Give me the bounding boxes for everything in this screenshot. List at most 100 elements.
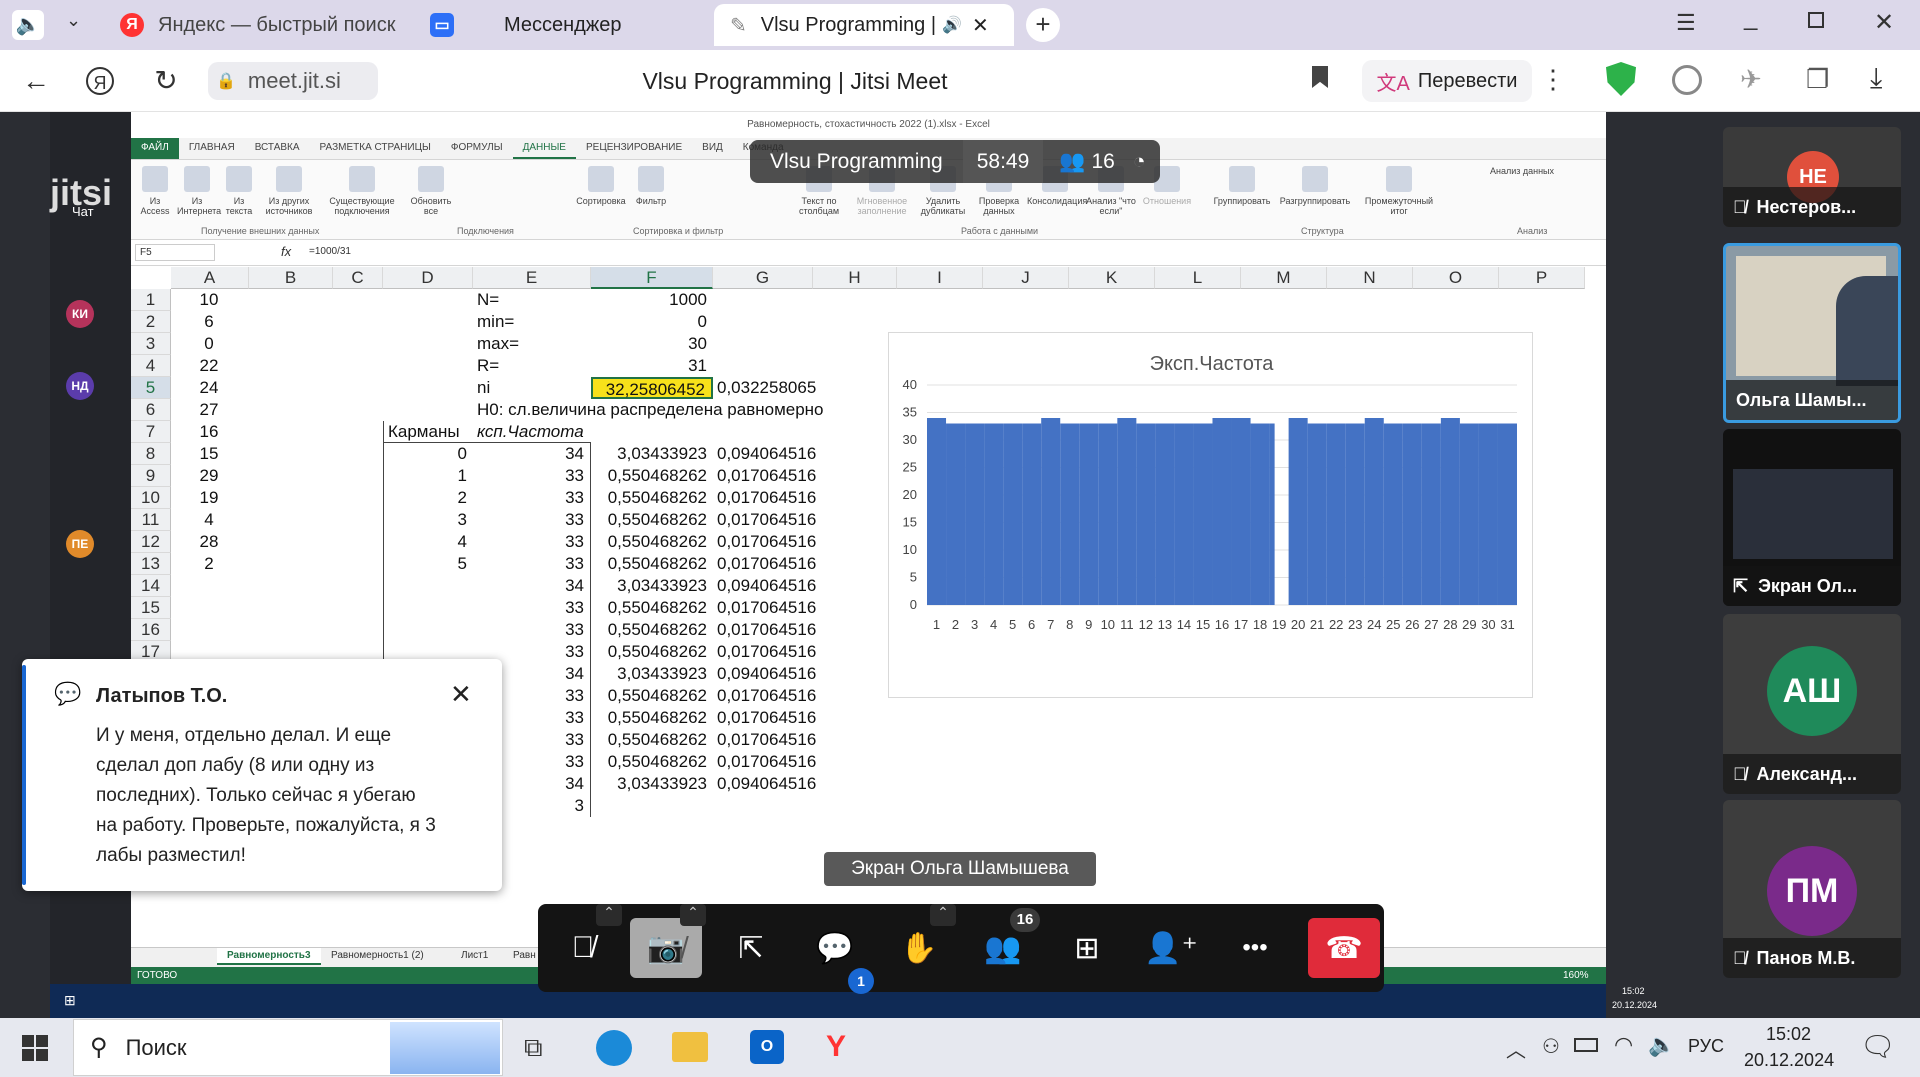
cell[interactable]: ксп.Частота: [473, 421, 591, 443]
bookmark-icon[interactable]: [1312, 66, 1328, 88]
formula-input[interactable]: =1000/31: [309, 246, 351, 257]
cell[interactable]: 33: [473, 465, 591, 487]
tabs-menu-icon[interactable]: ⌄: [66, 10, 81, 31]
back-icon[interactable]: ←: [20, 65, 52, 97]
ribbon-btn-other[interactable]: Из других источников: [261, 166, 317, 216]
cell[interactable]: N=: [473, 289, 591, 311]
cell[interactable]: 3,03433923: [591, 575, 713, 597]
row-header[interactable]: 6: [131, 399, 171, 421]
cell[interactable]: 0,550468262: [591, 509, 713, 531]
name-box[interactable]: F5: [135, 244, 215, 261]
column-header[interactable]: A: [171, 267, 249, 289]
ribbon-tab-data[interactable]: ДАННЫЕ: [512, 138, 576, 159]
column-header[interactable]: P: [1499, 267, 1585, 289]
close-window-icon[interactable]: ✕: [1874, 8, 1894, 37]
ribbon-tab-view[interactable]: ВИД: [692, 138, 733, 159]
cell[interactable]: 33: [473, 509, 591, 531]
row-header[interactable]: 11: [131, 509, 171, 531]
cell[interactable]: 15: [171, 443, 249, 465]
row-header[interactable]: 13: [131, 553, 171, 575]
cell[interactable]: 32,25806452: [591, 377, 713, 399]
ribbon-btn-access[interactable]: Из Access: [137, 166, 173, 216]
cell[interactable]: 0,550468262: [591, 465, 713, 487]
cell[interactable]: 33: [473, 597, 591, 619]
ribbon-tab-insert[interactable]: ВСТАВКА: [245, 138, 310, 159]
clock-date[interactable]: 20.12.2024: [1744, 1050, 1834, 1071]
cell[interactable]: 0,550468262: [591, 553, 713, 575]
cell[interactable]: [383, 619, 473, 641]
sheet-tab[interactable]: Равн: [513, 950, 536, 961]
menu-icon[interactable]: ☰: [1676, 10, 1696, 36]
cell[interactable]: 0,094064516: [713, 663, 816, 685]
cell[interactable]: 27: [171, 399, 249, 421]
chevron-up-icon[interactable]: ︿: [1506, 1034, 1526, 1063]
cell[interactable]: 0,032258065: [713, 377, 816, 399]
row-header[interactable]: 16: [131, 619, 171, 641]
cell[interactable]: 4: [383, 531, 473, 553]
cell[interactable]: 0,017064516: [713, 465, 816, 487]
hangup-button[interactable]: ☎: [1308, 918, 1380, 978]
maximize-icon[interactable]: [1808, 12, 1824, 28]
cell[interactable]: 4: [171, 509, 249, 531]
cell[interactable]: 0,017064516: [713, 729, 816, 751]
column-header[interactable]: N: [1327, 267, 1413, 289]
collections-icon[interactable]: ❐: [1806, 64, 1829, 95]
participant-tile[interactable]: АШ 🎙̸ Александ...: [1723, 614, 1901, 794]
invite-button[interactable]: 👤⁺: [1140, 918, 1202, 978]
cell[interactable]: 0,094064516: [713, 575, 816, 597]
more-options-icon[interactable]: ⋮: [1540, 64, 1566, 95]
taskbar-search[interactable]: ⚲ Поиск: [73, 1019, 503, 1076]
minimize-icon[interactable]: _: [1744, 4, 1757, 32]
cell[interactable]: R=: [473, 355, 591, 377]
new-tab-button[interactable]: +: [1026, 8, 1060, 42]
column-header[interactable]: C: [333, 267, 383, 289]
cell[interactable]: 0,017064516: [713, 707, 816, 729]
cell[interactable]: 0,017064516: [713, 751, 816, 773]
close-icon[interactable]: ✕: [450, 679, 472, 710]
downloads-icon[interactable]: ⤓: [1870, 62, 1882, 95]
battery-icon[interactable]: [1574, 1038, 1598, 1052]
column-header[interactable]: E: [473, 267, 591, 289]
tab-yandex[interactable]: Я Яндекс — быстрый поиск: [110, 4, 400, 46]
cell[interactable]: 0,550468262: [591, 531, 713, 553]
participant-tile[interactable]: ⇱ Экран Ол...: [1723, 429, 1901, 606]
row-header[interactable]: 2: [131, 311, 171, 333]
column-header[interactable]: L: [1155, 267, 1241, 289]
cell[interactable]: 0,550468262: [591, 487, 713, 509]
cell[interactable]: 0,094064516: [713, 773, 816, 795]
cell[interactable]: 33: [473, 531, 591, 553]
volume-icon[interactable]: 🔈: [1648, 1032, 1675, 1058]
cell[interactable]: 3,03433923: [591, 663, 713, 685]
cell[interactable]: H0: сл.величина распределена равномерно: [473, 399, 893, 421]
cell[interactable]: 0,017064516: [713, 619, 816, 641]
cell[interactable]: 24: [171, 377, 249, 399]
cell[interactable]: ni: [473, 377, 591, 399]
cell[interactable]: 19: [171, 487, 249, 509]
cell[interactable]: 34: [473, 575, 591, 597]
cell[interactable]: 3,03433923: [591, 443, 713, 465]
column-header[interactable]: J: [983, 267, 1069, 289]
tab-close-icon[interactable]: ✕: [972, 13, 989, 38]
tab-jitsi[interactable]: ✎ Vlsu Programming | 🔊 ✕: [714, 4, 1014, 46]
wifi-icon[interactable]: ◠: [1614, 1032, 1633, 1058]
cell[interactable]: 0,017064516: [713, 553, 816, 575]
mic-options-icon[interactable]: ⌃: [596, 904, 622, 926]
row-header[interactable]: 8: [131, 443, 171, 465]
cell[interactable]: 0,017064516: [713, 509, 816, 531]
ribbon-tab-home[interactable]: ГЛАВНАЯ: [179, 138, 245, 159]
cell[interactable]: 0,550468262: [591, 641, 713, 663]
row-header[interactable]: 7: [131, 421, 171, 443]
row-header[interactable]: 14: [131, 575, 171, 597]
cell[interactable]: 33: [473, 619, 591, 641]
participants-icon[interactable]: 👥: [1043, 150, 1091, 174]
row-header[interactable]: 5: [131, 377, 171, 399]
sheet-tab[interactable]: Лист1: [461, 950, 488, 961]
tray-icon[interactable]: ⚇: [1542, 1034, 1560, 1059]
file-explorer-icon[interactable]: [672, 1032, 708, 1062]
camera-options-icon[interactable]: ⌃: [680, 904, 706, 926]
cell[interactable]: 0: [591, 311, 713, 333]
raise-hand-button[interactable]: ✋: [888, 918, 950, 978]
ribbon-btn-ungroup[interactable]: Разгруппировать: [1275, 166, 1355, 206]
protect-shield-icon[interactable]: [1606, 62, 1636, 96]
translate-button[interactable]: 文A Перевести: [1362, 60, 1532, 102]
